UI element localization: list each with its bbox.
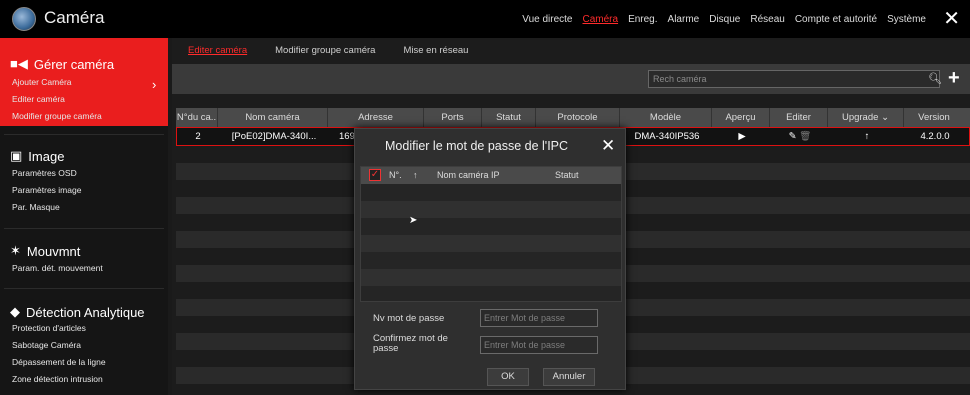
menu-reseau[interactable]: Réseau <box>750 14 784 25</box>
close-icon[interactable]: ✕ <box>943 6 960 31</box>
col-num[interactable]: N°du ca.. <box>176 108 218 127</box>
edit-cell: ✎ 🗑︎ <box>771 128 829 145</box>
app-title: Caméra <box>44 8 105 27</box>
confirm-password-input[interactable]: Entrer Mot de passe <box>480 336 598 354</box>
sidebar-group-title: Image <box>28 148 65 164</box>
upgrade-arrow-icon[interactable]: ↑ <box>829 128 905 145</box>
sidebar-head-camera[interactable]: ■◀ Gérer caméra <box>10 56 114 72</box>
sidebar-item-ajouter-camera[interactable]: Ajouter Caméra <box>12 77 72 87</box>
col-editer[interactable]: Editer <box>770 108 828 127</box>
sort-up-icon[interactable]: ↑ <box>413 170 418 180</box>
dialog-table-header: ✓ N°. ↑ Nom caméra IP Statut <box>361 167 621 184</box>
cell-version: 4.2.0.0 <box>920 131 950 142</box>
menu-disque[interactable]: Disque <box>709 14 740 25</box>
image-icon: ▣ <box>10 148 23 163</box>
menu-enreg[interactable]: Enreg. <box>628 14 657 25</box>
search-icon[interactable]: 🔍︎ <box>928 72 966 85</box>
sidebar: ■◀ Gérer caméra Ajouter Caméra Editer ca… <box>0 38 168 395</box>
col-version[interactable]: Version <box>904 108 964 127</box>
confirm-password-label: Confirmez mot de passe <box>373 334 448 354</box>
col-name[interactable]: Nom caméra <box>218 108 328 127</box>
add-icon[interactable]: + <box>948 67 960 90</box>
col-address[interactable]: Adresse <box>328 108 424 127</box>
sidebar-group-camera: ■◀ Gérer caméra Ajouter Caméra Editer ca… <box>0 38 168 126</box>
col-upgrade-label: Upgrade <box>841 112 879 123</box>
empty-row <box>361 201 621 218</box>
new-password-label: Nv mot de passe <box>373 313 445 324</box>
sidebar-item-line-crossing[interactable]: Dépassement de la ligne <box>12 357 106 367</box>
col-status[interactable]: Statut <box>555 170 579 180</box>
divider <box>4 288 164 289</box>
chevron-down-icon: ⌄ <box>881 112 890 123</box>
cancel-button[interactable]: Annuler <box>543 368 595 386</box>
cell-name: [PoE02]DMA-340I... <box>231 131 317 142</box>
sidebar-item-modifier-groupe[interactable]: Modifier groupe caméra <box>12 111 102 121</box>
sidebar-item-motion-detection[interactable]: Param. dét. mouvement <box>12 263 103 273</box>
mouse-cursor-icon: ➤ <box>409 215 418 226</box>
tab-mise-en-reseau[interactable]: Mise en réseau <box>387 38 480 62</box>
sidebar-item-protection[interactable]: Protection d'articles <box>12 323 86 333</box>
main-menu: Vue directe Caméra Enreg. Alarme Disque … <box>522 14 926 25</box>
menu-systeme[interactable]: Système <box>887 14 926 25</box>
col-upgrade[interactable]: Upgrade ⌄ <box>828 108 904 127</box>
menu-vue-directe[interactable]: Vue directe <box>522 14 572 25</box>
chevron-right-icon[interactable]: › <box>152 77 156 92</box>
menu-camera[interactable]: Caméra <box>582 14 618 25</box>
toolbar: Rech caméra 🔍︎ + <box>172 64 970 94</box>
running-person-icon: ✶ <box>10 243 21 258</box>
menu-alarme[interactable]: Alarme <box>668 14 700 25</box>
new-password-input[interactable]: Entrer Mot de passe <box>480 309 598 327</box>
play-icon[interactable]: ▶︎ <box>713 128 771 145</box>
col-num[interactable]: N°. <box>389 170 402 180</box>
menu-compte[interactable]: Compte et autorité <box>795 14 877 25</box>
shield-icon: ◆ <box>10 304 20 319</box>
col-model[interactable]: Modèle <box>620 108 712 127</box>
tab-modifier-groupe[interactable]: Modifier groupe caméra <box>259 38 387 62</box>
cell-model: DMA-340IP536 <box>634 131 700 142</box>
pencil-icon[interactable]: ✎ <box>789 131 797 142</box>
sidebar-item-image-params[interactable]: Paramètres image <box>12 185 81 195</box>
sidebar-head-image[interactable]: ▣ Image <box>10 148 64 164</box>
video-camera-icon: ■◀ <box>10 56 28 71</box>
empty-row <box>361 269 621 286</box>
sidebar-group-title: Gérer caméra <box>33 56 115 72</box>
sidebar-group-title: Détection Analytique <box>26 304 145 320</box>
sidebar-item-osd[interactable]: Paramètres OSD <box>12 168 77 178</box>
cell-num: 2 <box>195 131 201 142</box>
col-ip-camera-name[interactable]: Nom caméra IP <box>437 170 500 180</box>
sidebar-item-editer-camera[interactable]: Editer caméra <box>12 94 65 104</box>
select-all-checkbox[interactable]: ✓ <box>369 169 381 181</box>
dialog-title: Modifier le mot de passe de l'IPC <box>385 139 569 153</box>
dialog-camera-table: ✓ N°. ↑ Nom caméra IP Statut ➤ <box>360 166 622 302</box>
sidebar-item-intrusion[interactable]: Zone détection intrusion <box>12 374 103 384</box>
top-bar: Caméra Vue directe Caméra Enreg. Alarme … <box>0 0 970 38</box>
search-input[interactable]: Rech caméra <box>648 70 940 88</box>
col-apercu[interactable]: Aperçu <box>712 108 770 127</box>
ok-button[interactable]: OK <box>487 368 529 386</box>
camera-logo-icon <box>12 7 36 31</box>
sidebar-item-sabotage[interactable]: Sabotage Caméra <box>12 340 81 350</box>
sub-tabs: Editer caméra Modifier groupe caméra Mis… <box>172 38 970 62</box>
col-protocol[interactable]: Protocole <box>536 108 620 127</box>
sidebar-head-motion[interactable]: ✶ Mouvmnt <box>10 243 80 259</box>
empty-row <box>361 235 621 252</box>
trash-icon[interactable]: 🗑︎ <box>799 131 811 142</box>
table-header: N°du ca.. Nom caméra Adresse Ports Statu… <box>176 108 970 127</box>
divider <box>4 134 164 135</box>
tab-editer-camera[interactable]: Editer caméra <box>172 38 259 62</box>
sidebar-group-title: Mouvmnt <box>26 243 81 259</box>
col-ports[interactable]: Ports <box>424 108 482 127</box>
col-status[interactable]: Statut <box>482 108 536 127</box>
sidebar-head-analytics[interactable]: ◆ Détection Analytique <box>10 304 145 320</box>
sidebar-item-masque[interactable]: Par. Masque <box>12 202 60 212</box>
close-icon[interactable]: ✕ <box>601 136 615 156</box>
divider <box>4 228 164 229</box>
change-password-dialog: Modifier le mot de passe de l'IPC ✕ ✓ N°… <box>354 128 626 390</box>
